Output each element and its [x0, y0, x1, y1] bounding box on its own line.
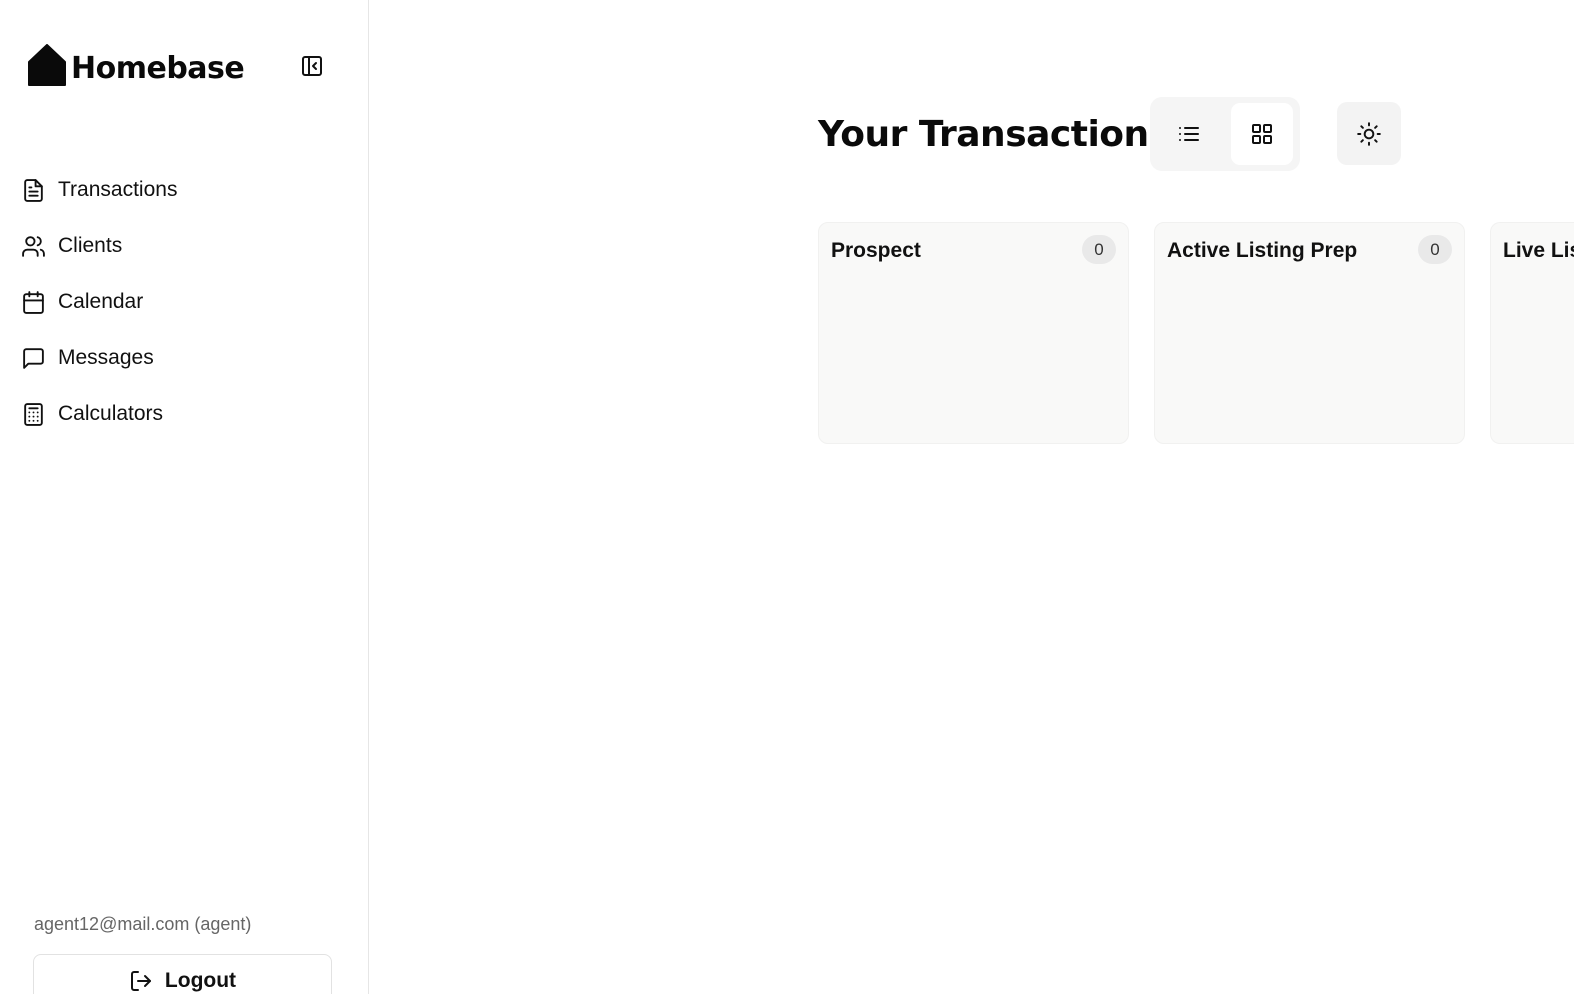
list-view-button[interactable] [1158, 103, 1220, 165]
sidebar-item-messages[interactable]: Messages [20, 330, 340, 386]
kanban-column-prospect[interactable]: Prospect 0 [818, 222, 1129, 444]
logout-button[interactable]: Logout [33, 954, 332, 994]
page-title: Your Transactions [818, 114, 1170, 155]
logout-label: Logout [164, 969, 237, 992]
users-icon [20, 233, 46, 259]
sidebar: Homebase Transactions Clients Calendar M… [0, 0, 369, 994]
kanban-column-active-listing-prep[interactable]: Active Listing Prep 0 [1154, 222, 1465, 444]
user-email: agent12@mail.com (agent) [34, 914, 252, 934]
brand-name: Homebase [71, 51, 245, 86]
sidebar-item-calendar[interactable]: Calendar [20, 274, 340, 330]
grid-view-button[interactable] [1231, 103, 1293, 165]
column-title: Live Lis [1503, 239, 1574, 262]
sidebar-item-label: Messages [58, 346, 154, 369]
sidebar-item-clients[interactable]: Clients [20, 218, 340, 274]
collapse-sidebar-button[interactable] [298, 52, 326, 80]
sidebar-item-label: Transactions [58, 178, 178, 201]
column-title: Prospect [831, 239, 921, 262]
house-logo-icon [28, 44, 66, 86]
grid-icon [1252, 124, 1272, 144]
calculator-icon [20, 401, 46, 427]
document-icon [20, 177, 46, 203]
column-count-badge: 0 [1418, 235, 1452, 264]
view-toggle [1150, 97, 1300, 171]
sidebar-nav: Transactions Clients Calendar Messages C… [20, 162, 340, 442]
column-count-badge: 0 [1082, 235, 1116, 264]
calendar-icon [20, 289, 46, 315]
sidebar-item-calculators[interactable]: Calculators [20, 386, 340, 442]
panel-collapse-icon [302, 56, 322, 76]
sidebar-item-label: Calendar [58, 290, 144, 313]
list-icon [1179, 127, 1199, 141]
sun-icon [1357, 121, 1381, 146]
sidebar-item-transactions[interactable]: Transactions [20, 162, 340, 218]
brand[interactable]: Homebase [27, 44, 245, 86]
app-root: Homebase Transactions Clients Calendar M… [0, 0, 1574, 994]
sidebar-item-label: Calculators [58, 402, 164, 425]
kanban-column-live-listing[interactable]: Live Lis [1490, 222, 1574, 444]
logout-icon [130, 971, 151, 991]
column-title: Active Listing Prep [1167, 239, 1358, 262]
sidebar-item-label: Clients [58, 234, 123, 257]
message-icon [20, 345, 46, 371]
theme-toggle-button[interactable] [1337, 102, 1401, 165]
